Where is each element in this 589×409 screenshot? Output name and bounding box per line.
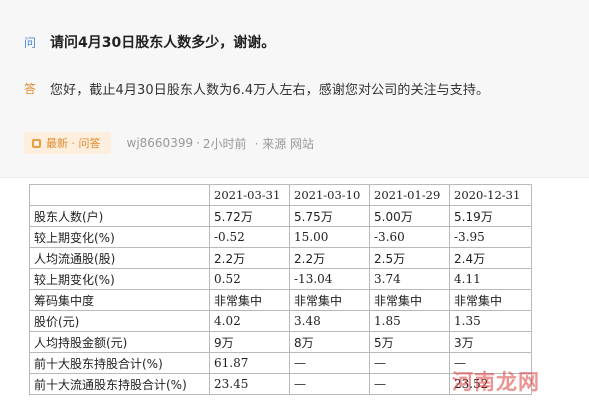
table-cell: 61.87 [209,352,290,374]
table-row: 较上期变化(%) -0.52 15.00 -3.60 -3.95 [29,226,532,248]
table-cell: 非常集中 [369,289,450,311]
answer-row: 答 您好，截止4月30日股东人数为6.4万人左右，感谢您对公司的关注与支持。 [24,79,581,98]
table-cell: 0.52 [209,268,290,290]
table-cell: 5.75万 [289,205,370,227]
table-row: 人均持股金额(元) 9万 8万 5万 3万 [29,331,532,353]
table-cell: — [369,373,450,395]
table-header-row: 2021-03-31 2021-03-10 2021-01-29 2020-12… [29,184,532,206]
question-text: 请问4月30日股东人数多少，谢谢。 [50,35,276,51]
table-cell: -3.95 [449,226,532,248]
table-header-cell: 2021-03-10 [289,184,370,206]
row-label: 前十大流通股东持股合计(%) [29,373,210,395]
table-cell: -0.52 [209,226,290,248]
row-label: 人均持股金额(元) [29,331,210,353]
table-cell: 9万 [209,331,290,353]
question-row: 问 请问4月30日股东人数多少，谢谢。 [24,32,581,52]
table-row: 前十大股东持股合计(%) 61.87 — — — [29,352,532,374]
table-cell: 15.00 [289,226,370,248]
table-cell: -13.04 [289,268,370,290]
answer-tag: 答 [24,82,37,96]
table-cell: 2.5万 [369,247,450,269]
table-cell: 3万 [449,331,532,353]
table-cell: 2.4万 [449,247,532,269]
table-cell: 1.35 [449,310,532,332]
table-cell: 3.74 [369,268,450,290]
table-cell: 5.19万 [449,205,532,227]
table-header-cell [29,184,210,206]
row-label: 股东人数(户) [29,205,210,227]
post-time: 2小时前 [202,136,247,151]
row-label: 前十大股东持股合计(%) [29,352,210,374]
meta-separator: · [196,136,200,150]
table-row: 前十大流通股东持股合计(%) 23.45 — — 23.52 [29,373,532,395]
table-cell: 非常集中 [289,289,370,311]
table-header-cell: 2021-01-29 [369,184,450,206]
table-cell: -3.60 [369,226,450,248]
meta-row: 最新 · 问答 wj8660399 · 2小时前 · 来源 网站 [24,132,314,154]
table-cell: 2.2万 [209,247,290,269]
table-cell: — [369,352,450,374]
table-cell: 23.52 [449,373,532,395]
table-cell: 3.48 [289,310,370,332]
table-header-cell: 2020-12-31 [449,184,532,206]
answer-text: 您好，截止4月30日股东人数为6.4万人左右，感谢您对公司的关注与支持。 [50,83,490,98]
row-label: 较上期变化(%) [29,226,210,248]
latest-qa-badge[interactable]: 最新 · 问答 [24,132,111,154]
table-cell: — [449,352,532,374]
table-cell: 4.11 [449,268,532,290]
table-row: 较上期变化(%) 0.52 -13.04 3.74 4.11 [29,268,532,290]
page: 问 请问4月30日股东人数多少，谢谢。 答 您好，截止4月30日股东人数为6.4… [0,0,589,409]
table-cell: 1.85 [369,310,450,332]
table-cell: 5万 [369,331,450,353]
qa-badge-icon [32,138,41,148]
qa-card: 问 请问4月30日股东人数多少，谢谢。 答 您好，截止4月30日股东人数为6.4… [0,0,589,178]
row-label: 较上期变化(%) [29,268,210,290]
table-cell: — [289,352,370,374]
table-cell: 23.45 [209,373,290,395]
shareholder-table: 2021-03-31 2021-03-10 2021-01-29 2020-12… [29,184,532,395]
question-tag: 问 [24,35,37,50]
table-cell: 5.72万 [209,205,290,227]
badge-label: 最新 · 问答 [46,137,101,150]
row-label: 筹码集中度 [29,289,210,311]
table-header-cell: 2021-03-31 [209,184,290,206]
row-label: 股价(元) [29,310,210,332]
user-name[interactable]: wj8660399 [127,136,194,150]
table-row: 筹码集中度 非常集中 非常集中 非常集中 非常集中 [29,289,532,311]
row-label: 人均流通股(股) [29,247,210,269]
table-cell: 5.00万 [369,205,450,227]
table-cell: 非常集中 [449,289,532,311]
table-row: 人均流通股(股) 2.2万 2.2万 2.5万 2.4万 [29,247,532,269]
table-cell: — [289,373,370,395]
table-cell: 2.2万 [289,247,370,269]
post-source: · 来源 网站 [254,136,315,151]
table-row: 股价(元) 4.02 3.48 1.85 1.35 [29,310,532,332]
table-cell: 非常集中 [209,289,290,311]
table-cell: 4.02 [209,310,290,332]
table-cell: 8万 [289,331,370,353]
table-row: 股东人数(户) 5.72万 5.75万 5.00万 5.19万 [29,205,532,227]
